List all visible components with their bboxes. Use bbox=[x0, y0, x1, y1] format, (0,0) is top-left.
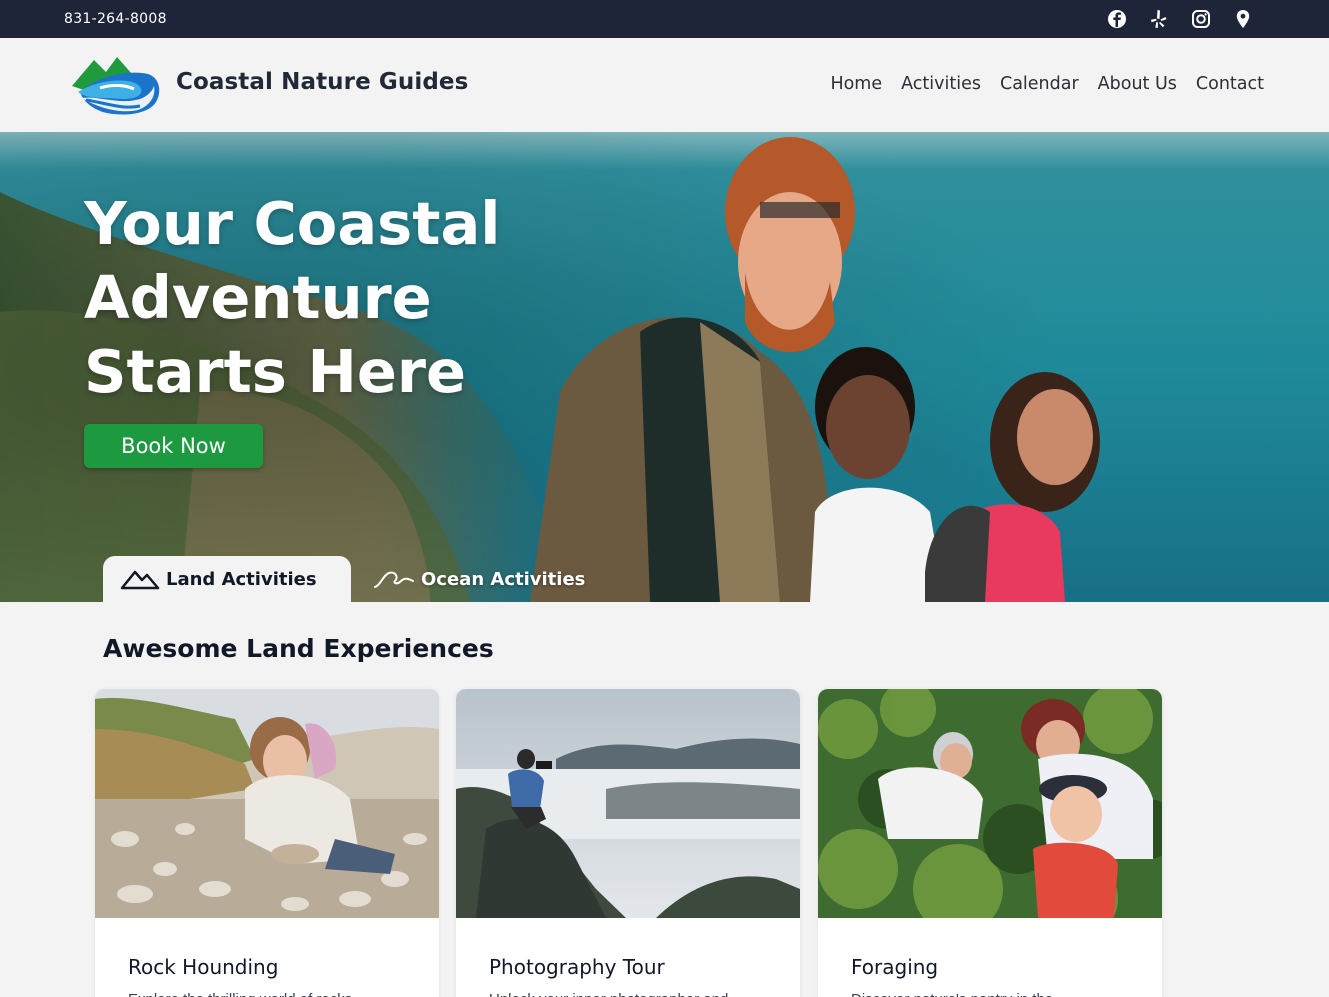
phone-number[interactable]: 831-264-8008 bbox=[64, 11, 167, 27]
card-description: Unlock your inner photographer and bbox=[489, 991, 728, 997]
tab-land-label: Land Activities bbox=[166, 568, 317, 590]
mountain-icon bbox=[120, 570, 160, 590]
map-pin-icon[interactable] bbox=[1232, 8, 1254, 30]
instagram-icon[interactable] bbox=[1190, 8, 1212, 30]
rock-hounding-photo bbox=[95, 689, 439, 918]
tab-ocean-label: Ocean Activities bbox=[421, 568, 586, 590]
nav-about-us[interactable]: About Us bbox=[1098, 74, 1177, 94]
card-title: Rock Hounding bbox=[128, 955, 279, 979]
activity-card-rock-hounding[interactable]: Rock Hounding Explore the thrilling worl… bbox=[95, 689, 439, 997]
nav-home[interactable]: Home bbox=[830, 74, 882, 94]
hero-banner: Your Coastal Adventure Starts Here Book … bbox=[0, 132, 1329, 602]
yelp-icon[interactable] bbox=[1148, 8, 1170, 30]
activity-card-photography-tour[interactable]: Photography Tour Unlock your inner photo… bbox=[456, 689, 800, 997]
card-title: Foraging bbox=[851, 955, 939, 979]
foraging-photo bbox=[818, 689, 1162, 918]
card-description: Explore the thrilling world of rocks bbox=[128, 991, 352, 997]
tab-ocean-activities[interactable]: Ocean Activities bbox=[373, 564, 585, 594]
tab-land-activities[interactable]: Land Activities bbox=[103, 556, 351, 602]
card-description: Discover nature's pantry in the bbox=[851, 991, 1053, 997]
card-title: Photography Tour bbox=[489, 955, 665, 979]
section-title: Awesome Land Experiences bbox=[103, 634, 494, 663]
nav-calendar[interactable]: Calendar bbox=[1000, 74, 1079, 94]
photography-tour-photo bbox=[456, 689, 800, 918]
top-bar: 831-264-8008 bbox=[0, 0, 1329, 38]
activity-card-foraging[interactable]: Foraging Discover nature's pantry in the bbox=[818, 689, 1162, 997]
facebook-icon[interactable] bbox=[1106, 8, 1128, 30]
book-now-button[interactable]: Book Now bbox=[84, 424, 263, 468]
site-header: Coastal Nature Guides Home Activities Ca… bbox=[0, 38, 1329, 132]
main-nav: Home Activities Calendar About Us Contac… bbox=[830, 74, 1264, 94]
brand-name[interactable]: Coastal Nature Guides bbox=[176, 69, 468, 95]
wave-icon bbox=[374, 571, 414, 588]
hero-title: Your Coastal Adventure Starts Here bbox=[84, 189, 501, 406]
nav-contact[interactable]: Contact bbox=[1196, 74, 1264, 94]
nav-activities[interactable]: Activities bbox=[901, 74, 981, 94]
mountain-wave-logo[interactable] bbox=[70, 52, 162, 116]
